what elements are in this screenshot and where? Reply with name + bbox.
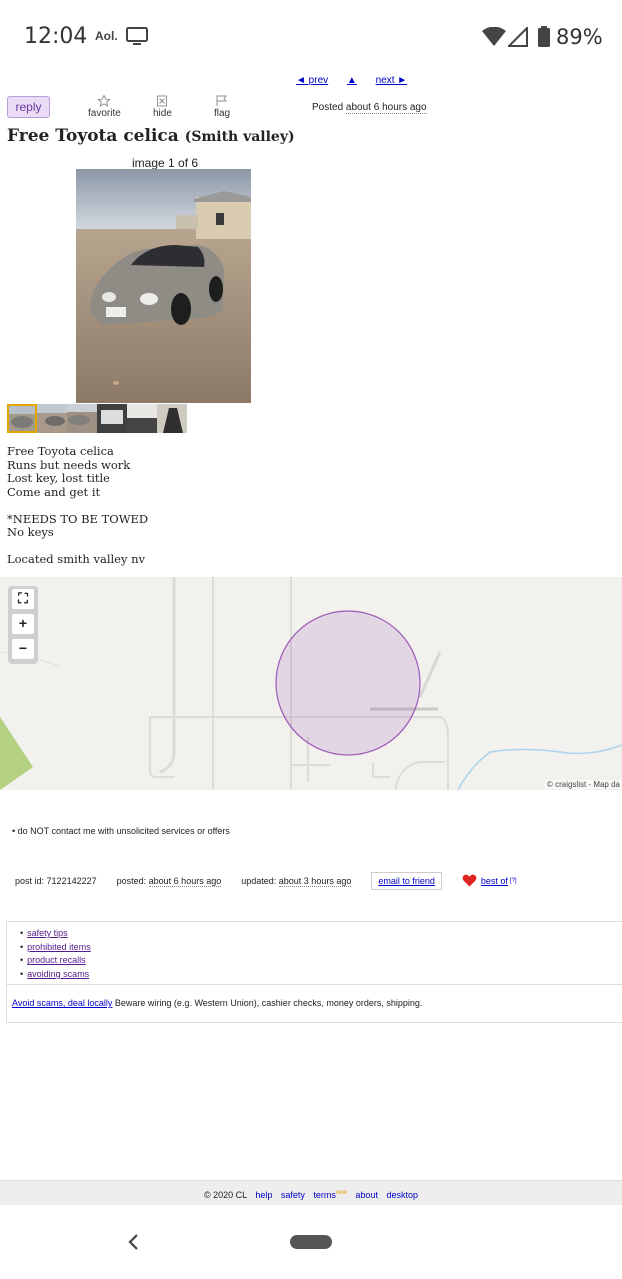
description-paragraph: Free Toyota celica Runs but needs work L… xyxy=(7,444,148,499)
posted-time: about 6 hours ago xyxy=(345,102,427,114)
listing-description: Free Toyota celica Runs but needs work L… xyxy=(7,444,149,580)
description-line: Located smith valley nv xyxy=(7,552,146,566)
thumbnail[interactable] xyxy=(7,404,37,433)
updated-info-value: about 3 hours ago xyxy=(278,876,352,887)
post-id: post id: 7122142227 xyxy=(15,876,97,886)
description-line: Lost key, lost title xyxy=(7,471,110,485)
zoom-out-button[interactable]: − xyxy=(12,639,34,659)
battery-icon xyxy=(537,26,551,53)
terms-new-badge: new xyxy=(335,1190,347,1196)
thumbnail[interactable] xyxy=(97,404,127,433)
updated-info: updated: about 3 hours ago xyxy=(241,876,352,887)
star-icon xyxy=(97,94,112,107)
map-attribution: © craigslist - Map da xyxy=(544,780,622,789)
list-item: avoiding scams xyxy=(20,968,91,982)
best-of-link[interactable]: best of xyxy=(481,876,508,886)
posted-label: Posted xyxy=(312,102,344,113)
flag-button[interactable]: flag xyxy=(214,95,230,119)
clock: 12:04 xyxy=(24,24,88,49)
footer-terms-link[interactable]: terms xyxy=(313,1190,336,1200)
post-info: post id: 7122142227 posted: about 6 hour… xyxy=(15,872,517,890)
list-item: safety tips xyxy=(20,927,91,941)
prev-link[interactable]: ◄ prev xyxy=(296,75,328,86)
wifi-icon xyxy=(482,26,506,52)
avoiding-scams-link[interactable]: avoiding scams xyxy=(27,969,89,979)
cast-icon xyxy=(126,27,148,52)
footer-safety-link[interactable]: safety xyxy=(281,1190,305,1200)
description-paragraph: *NEEDS TO BE TOWED No keys xyxy=(7,511,149,540)
footer-about-link[interactable]: about xyxy=(355,1190,378,1200)
copyright: © 2020 CL xyxy=(203,1190,247,1200)
hide-icon xyxy=(155,95,169,107)
best-of-help[interactable]: [?] xyxy=(510,878,517,884)
fullscreen-button[interactable]: ⛶ xyxy=(12,589,34,609)
description-line: Come and get it xyxy=(7,484,101,499)
next-link[interactable]: next ► xyxy=(376,75,408,86)
reply-button[interactable]: reply xyxy=(7,96,50,118)
updated-info-label: updated: xyxy=(241,876,277,886)
listing-title: Free Toyota celica (Smith valley) xyxy=(7,126,295,146)
footer-help-link[interactable]: help xyxy=(255,1190,272,1200)
post-id-label: post id: xyxy=(15,876,45,886)
list-item: product recalls xyxy=(20,954,91,968)
footer: © 2020 CL help safety termsnew about des… xyxy=(0,1180,622,1205)
description-line: Free Toyota celica xyxy=(7,444,114,458)
battery-percent: 89% xyxy=(556,25,603,49)
listing-location: (Smith valley) xyxy=(184,129,295,145)
safety-links: safety tips prohibited items product rec… xyxy=(20,927,91,982)
list-item: prohibited items xyxy=(20,941,91,955)
post-id-value: 7122142227 xyxy=(46,876,97,886)
location-map[interactable] xyxy=(0,577,622,790)
favorite-label: favorite xyxy=(88,108,121,119)
posted-info-label: posted: xyxy=(116,876,147,886)
zoom-in-button[interactable]: + xyxy=(12,614,34,634)
hide-label: hide xyxy=(153,108,172,119)
thumbnail-strip xyxy=(7,404,187,433)
thumbnail[interactable] xyxy=(127,404,157,433)
back-icon[interactable] xyxy=(124,1232,144,1257)
listing-title-text: Free Toyota celica xyxy=(7,126,179,146)
notice-item: • do NOT contact me with unsolicited ser… xyxy=(12,826,230,836)
scam-warning-text: Beware wiring (e.g. Western Union), cash… xyxy=(114,998,423,1008)
favorite-button[interactable]: favorite xyxy=(88,94,121,119)
avoid-scams-link[interactable]: Avoid scams, deal locally xyxy=(12,998,112,1008)
description-line: No keys xyxy=(7,525,54,539)
home-pill[interactable] xyxy=(290,1235,332,1249)
status-bar: 12:04 Aol. 89% xyxy=(0,0,622,72)
up-link[interactable]: ▲ xyxy=(347,75,357,86)
posted-date: Posted about 6 hours ago xyxy=(312,102,427,114)
heart-icon[interactable] xyxy=(462,874,477,889)
image-counter: image 1 of 6 xyxy=(132,156,199,170)
post-navigation: ◄ prev ▲ next ► xyxy=(296,75,423,86)
email-to-friend-button[interactable]: email to friend xyxy=(371,872,442,890)
notice-text: do NOT contact me with unsolicited servi… xyxy=(17,826,230,836)
listing-main-image[interactable] xyxy=(76,169,251,403)
flag-label: flag xyxy=(214,108,231,119)
description-line: Runs but needs work xyxy=(7,457,131,472)
hide-button[interactable]: hide xyxy=(153,95,172,119)
product-recalls-link[interactable]: product recalls xyxy=(27,955,86,965)
scam-warning: Avoid scams, deal locally Beware wiring … xyxy=(12,998,422,1008)
flag-icon xyxy=(215,95,229,107)
thumbnail[interactable] xyxy=(67,404,97,433)
divider xyxy=(6,984,622,985)
footer-desktop-link[interactable]: desktop xyxy=(386,1190,418,1200)
carrier-label: Aol. xyxy=(95,29,118,43)
posted-info: posted: about 6 hours ago xyxy=(116,876,222,887)
prohibited-items-link[interactable]: prohibited items xyxy=(27,942,91,952)
cell-signal-icon xyxy=(506,25,528,52)
thumbnail[interactable] xyxy=(37,404,67,433)
posted-info-value: about 6 hours ago xyxy=(148,876,222,887)
description-line: *NEEDS TO BE TOWED xyxy=(7,511,149,526)
safety-tips-link[interactable]: safety tips xyxy=(27,928,68,938)
description-paragraph: Located smith valley nv xyxy=(7,552,148,567)
thumbnail[interactable] xyxy=(157,404,187,433)
